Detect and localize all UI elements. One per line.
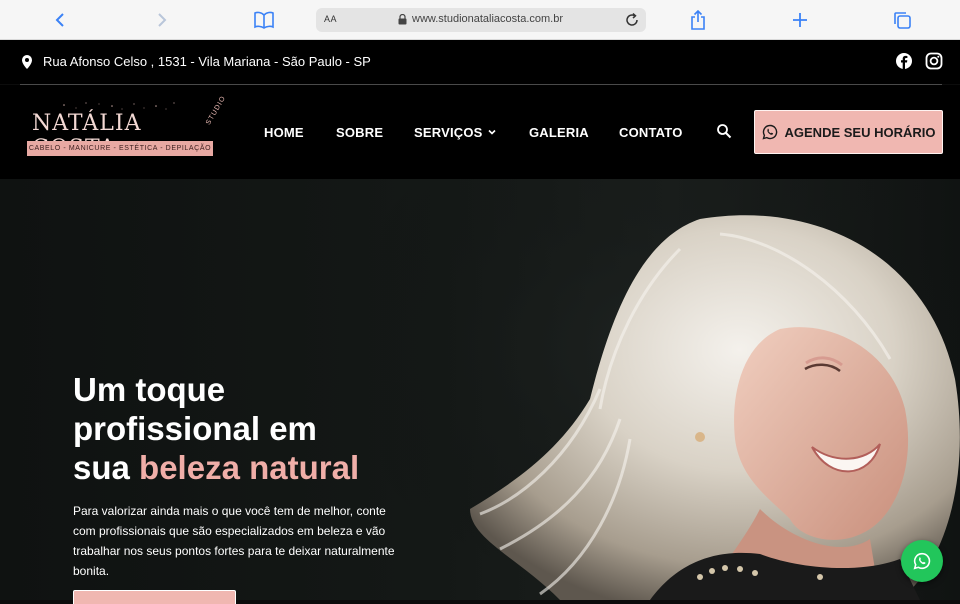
hero-heading-line2: profissional em: [73, 410, 317, 447]
bookmarks-icon[interactable]: [252, 8, 276, 32]
tabs-icon[interactable]: [890, 8, 914, 32]
nav-home[interactable]: HOME: [264, 125, 304, 140]
hero-cta-button[interactable]: [73, 590, 236, 604]
forward-icon[interactable]: [150, 8, 174, 32]
browser-toolbar: AA www.studionataliacosta.com.br: [0, 0, 960, 40]
lock-icon: [398, 14, 407, 25]
search-icon[interactable]: [716, 123, 732, 139]
hero-heading-accent: beleza natural: [139, 449, 360, 486]
site-logo[interactable]: NATÁLIA COSTA STUDIO CABELO - MANICURE -…: [24, 95, 227, 163]
nav-servicos[interactable]: SERVIÇOS: [414, 125, 496, 140]
hero-heading: Um toque profissional em sua beleza natu…: [73, 370, 433, 487]
whatsapp-float-button[interactable]: [901, 540, 943, 582]
hero-heading-line3: sua beleza natural: [73, 448, 433, 487]
share-icon[interactable]: [686, 8, 710, 32]
nav-sobre[interactable]: SOBRE: [336, 125, 383, 140]
chevron-down-icon: [487, 129, 496, 135]
whatsapp-icon: [913, 552, 931, 570]
reader-aa-button[interactable]: AA: [324, 14, 337, 24]
main-navbar: NATÁLIA COSTA STUDIO CABELO - MANICURE -…: [0, 85, 960, 179]
instagram-icon[interactable]: [925, 52, 943, 70]
nav-servicos-label: SERVIÇOS: [414, 125, 483, 140]
schedule-button[interactable]: AGENDE SEU HORÁRIO: [754, 110, 943, 154]
whatsapp-icon: [762, 124, 777, 140]
address-text: Rua Afonso Celso , 1531 - Vila Mariana -…: [43, 54, 371, 69]
hero-heading-line1: Um toque: [73, 371, 226, 408]
url-text: www.studionataliacosta.com.br: [412, 13, 564, 25]
facebook-icon[interactable]: [895, 52, 913, 70]
address-bar[interactable]: AA www.studionataliacosta.com.br: [316, 8, 646, 32]
back-icon[interactable]: [48, 8, 72, 32]
reload-icon[interactable]: [624, 12, 640, 28]
top-info-bar: Rua Afonso Celso , 1531 - Vila Mariana -…: [0, 40, 960, 84]
logo-tagline: CABELO - MANICURE - ESTÉTICA - DEPILAÇÃO: [27, 141, 213, 156]
hero-paragraph: Para valorizar ainda mais o que você tem…: [73, 504, 395, 578]
schedule-button-label: AGENDE SEU HORÁRIO: [784, 124, 936, 140]
nav-contato[interactable]: CONTATO: [619, 125, 683, 140]
new-tab-icon[interactable]: [788, 8, 812, 32]
hero-heading-prefix: sua: [73, 449, 140, 486]
hero-section: Um toque profissional em sua beleza natu…: [0, 179, 960, 604]
location-pin-icon: [22, 55, 32, 69]
nav-galeria[interactable]: GALERIA: [529, 125, 589, 140]
